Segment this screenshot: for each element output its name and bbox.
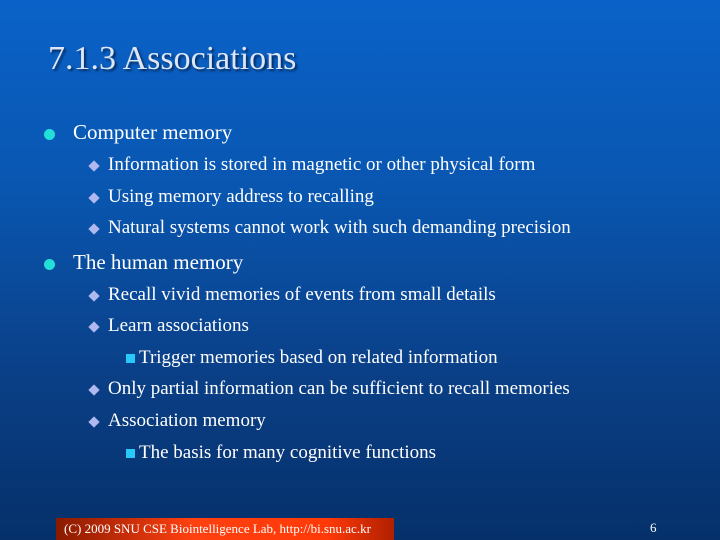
bullet-text: Computer memory (73, 120, 233, 144)
sub-sub-bullet: The basis for many cognitive functions (126, 442, 436, 464)
diamond-icon (88, 191, 100, 204)
bullet-text: The basis for many cognitive functions (139, 442, 437, 463)
bullet-computer-memory: Computer memory (44, 120, 232, 145)
sub-bullet: Using memory address to recalling (88, 186, 374, 208)
diamond-icon (88, 383, 100, 396)
footer-banner: (C) 2009 SNU CSE Biointelligence Lab, ht… (56, 518, 394, 540)
bullet-text: Only partial information can be sufficie… (108, 378, 570, 399)
bullet-text: Learn associations (108, 315, 249, 336)
slide-title: 7.1.3 Associations (48, 40, 297, 77)
sub-bullet: Information is stored in magnetic or oth… (88, 154, 536, 176)
bullet-text: The human memory (73, 250, 244, 274)
square-icon (126, 354, 135, 364)
sub-sub-bullet: Trigger memories based on related inform… (126, 347, 498, 369)
sub-bullet: Recall vivid memories of events from sma… (88, 284, 496, 306)
bullet-dot-icon (44, 258, 55, 270)
bullet-human-memory: The human memory (44, 250, 243, 275)
page-number: 6 (650, 520, 657, 535)
bullet-text: Recall vivid memories of events from sma… (108, 284, 496, 305)
bullet-text: Association memory (108, 410, 266, 431)
diamond-icon (88, 289, 100, 302)
bullet-text: Using memory address to recalling (108, 186, 374, 207)
bullet-dot-icon (44, 128, 55, 140)
diamond-icon (88, 320, 100, 333)
diamond-icon (88, 415, 100, 428)
square-icon (126, 449, 135, 459)
diamond-icon (88, 222, 100, 235)
bullet-text: Information is stored in magnetic or oth… (108, 154, 536, 175)
sub-bullet: Only partial information can be sufficie… (88, 378, 570, 400)
diamond-icon (88, 159, 100, 172)
sub-bullet: Association memory (88, 410, 266, 432)
bullet-text: Trigger memories based on related inform… (139, 347, 498, 368)
bullet-text: Natural systems cannot work with such de… (108, 217, 571, 238)
sub-bullet: Natural systems cannot work with such de… (88, 217, 571, 239)
sub-bullet: Learn associations (88, 315, 249, 337)
